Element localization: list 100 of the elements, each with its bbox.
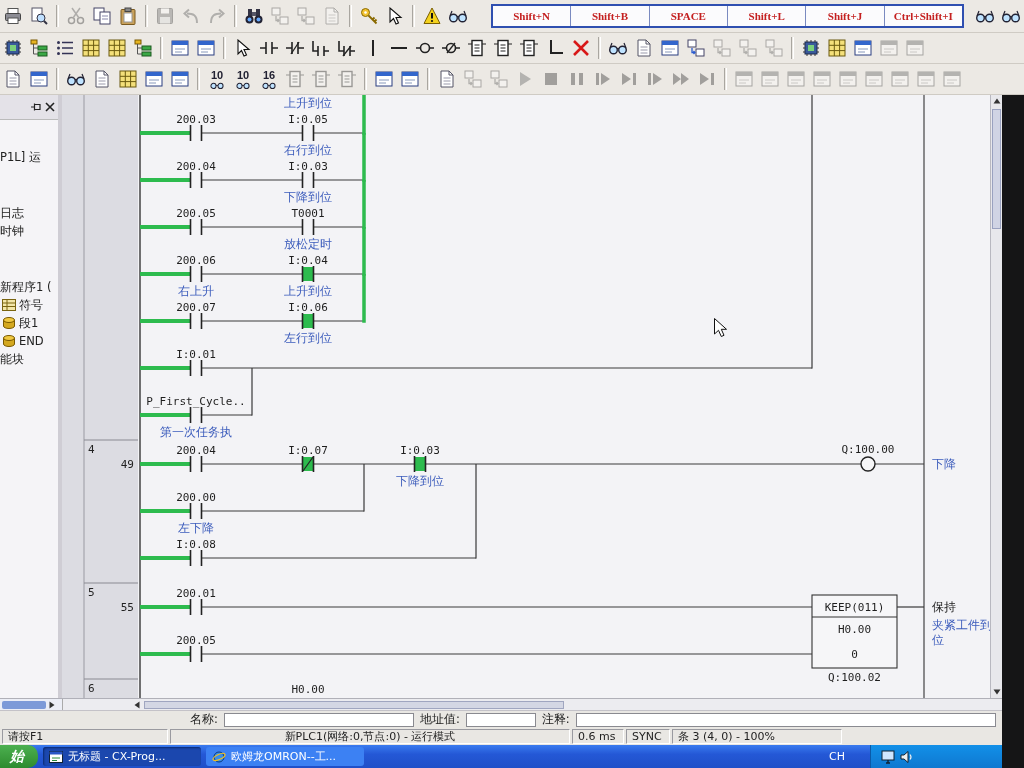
step-number: 49 [120,458,134,471]
field-label: 名称: [190,712,218,727]
globe-icon [212,749,226,764]
parallel-nc-contact-icon[interactable] [338,39,356,57]
contact-address: I:0.07 [288,444,328,457]
contact-address: 200.01 [176,587,216,600]
grid-icon[interactable] [119,70,137,88]
tree-item[interactable]: 时钟 [0,223,24,239]
binoculars-icon[interactable] [245,7,263,25]
scrollbar-thumb[interactable] [992,109,1001,229]
grid-icon[interactable] [108,39,126,57]
contact-address: I:0.05 [288,113,328,126]
contact-comment: 左行到位 [284,331,332,345]
instruction-operand: H0.00 [837,623,872,636]
page-icon[interactable] [4,70,22,88]
page-magnifier-icon[interactable] [30,7,48,25]
left-arrow-icon[interactable] [133,700,141,709]
number-base-button[interactable]: 16 [257,66,281,92]
field-label: 注释: [541,712,570,727]
window-icon[interactable] [171,39,189,57]
scrollbar-thumb[interactable] [2,700,46,709]
printer-icon[interactable] [4,7,22,25]
pin-icon[interactable] [31,102,41,112]
parallel-contact-icon[interactable] [312,39,330,57]
contact-address: 200.05 [176,634,216,647]
tree-item[interactable]: 新程序1 ( [0,279,52,295]
coil-comment: 下降 [932,457,956,471]
pointer-icon[interactable] [234,39,252,57]
up-arrow-icon[interactable] [992,97,1001,105]
contact-comment: 右行到位 [284,143,332,157]
right-arrow-icon[interactable] [48,700,56,709]
shortcut-key-label: SPACE [649,6,728,26]
grid-icon[interactable] [828,39,846,57]
key-icon[interactable] [360,7,378,25]
instruction-name: KEEP(011) [824,601,885,614]
contact-icon[interactable] [260,39,278,57]
number-base-button[interactable]: 10 [231,66,255,92]
tree-item[interactable]: 符号 [19,297,43,313]
window-icon[interactable] [854,39,872,57]
status-text: SYNC [626,729,670,744]
grid-icon[interactable] [82,39,100,57]
step-number: 55 [120,601,134,614]
clipboard-icon[interactable] [119,7,137,25]
contact-address: I:0.04 [288,254,328,267]
language-indicator[interactable]: CH [829,750,845,763]
cylinder-icon [2,317,16,329]
contact-address: I:0.06 [288,301,328,314]
contact-address: 200.07 [176,301,216,314]
contact-address: 200.04 [176,444,216,457]
chip-icon[interactable] [4,39,22,57]
page-icon[interactable] [438,70,456,88]
status-text: 请按F1 [2,729,168,744]
delete-icon[interactable] [572,39,590,57]
tree-icon[interactable] [134,39,152,57]
address-field[interactable] [465,712,536,727]
window-icon[interactable] [661,39,679,57]
shortcut-key-label: Shift+J [806,6,885,26]
function-block-icon[interactable] [520,39,538,57]
tree-item[interactable]: 段1 [19,315,39,331]
swap-icon[interactable] [687,39,705,57]
nc-contact-icon[interactable] [286,39,304,57]
contact-comment: 上升到位 [284,96,332,110]
copy-icon[interactable] [93,7,111,25]
scrollbar-thumb[interactable] [144,700,564,709]
window-icon[interactable] [375,70,393,88]
close-icon[interactable] [45,102,55,112]
taskbar-button[interactable]: 欧姆龙OMRON--工... [206,747,364,766]
speaker-icon[interactable] [900,749,914,764]
comment-field[interactable] [575,712,996,727]
contact-address: H0.00 [291,683,325,696]
number-base-button[interactable]: 10 [205,66,229,92]
status-text: 新PLC1(网络:0,节点:0) - 运行模式 [170,729,570,744]
tree-item[interactable]: P1L] 运 [0,149,41,165]
contact-comment: 下降到位 [284,190,332,204]
function-block-icon[interactable] [494,39,512,57]
window-icon[interactable] [401,70,419,88]
list-icon[interactable] [56,39,74,57]
down-arrow-icon[interactable] [992,688,1001,696]
page-icon[interactable] [93,70,111,88]
function-block-icon[interactable] [468,39,486,57]
shortcut-key-label: Shift+N [493,6,572,26]
tree-icon[interactable] [30,39,48,57]
warning-icon[interactable] [423,7,441,25]
branch-line [363,464,365,512]
branch-line [251,368,253,416]
window-icon[interactable] [171,70,189,88]
window-icon[interactable] [197,39,215,57]
taskbar-button[interactable]: 无标题 - CX-Prog... [43,747,201,766]
tree-item[interactable]: 日志 [0,205,24,221]
tree-item[interactable]: 能块 [0,351,24,367]
chip-icon[interactable] [802,39,820,57]
tree-item[interactable]: END [19,334,44,348]
name-field[interactable] [223,712,414,727]
window-icon[interactable] [145,70,163,88]
contact-address: 200.00 [176,491,216,504]
page-icon[interactable] [635,39,653,57]
contact-address: I:0.01 [176,348,216,361]
monitor-icon[interactable] [881,749,895,764]
window-icon[interactable] [30,70,48,88]
pointer-icon[interactable] [386,7,404,25]
